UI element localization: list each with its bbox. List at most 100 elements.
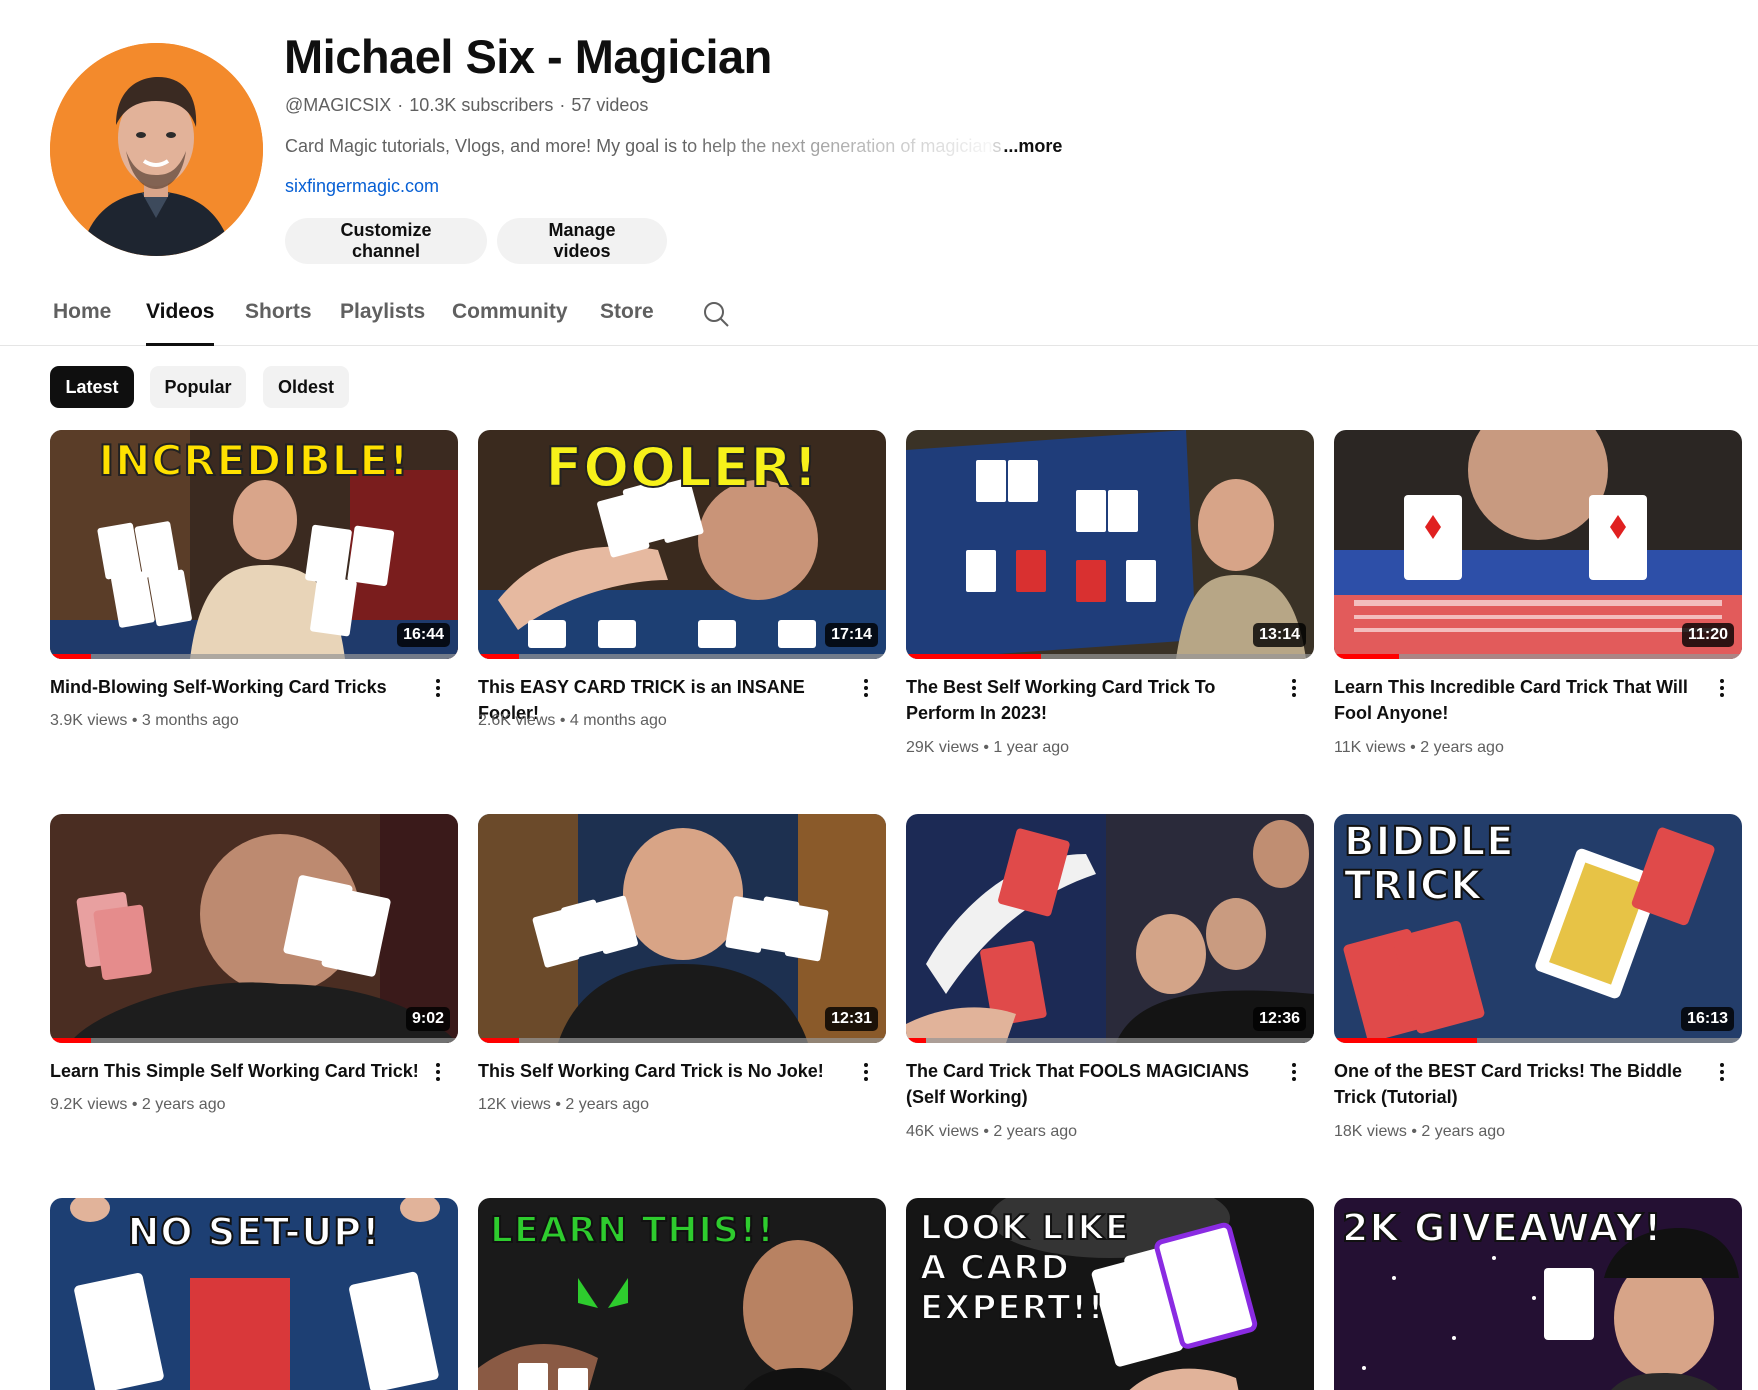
video-thumbnail[interactable]: FOOLER! 17:14 — [478, 430, 886, 659]
video-duration: 16:44 — [397, 623, 450, 647]
filter-chip-latest[interactable]: Latest — [50, 366, 134, 408]
more-actions-icon[interactable] — [1282, 676, 1306, 702]
watch-progress-fill — [50, 1038, 91, 1043]
channel-description[interactable]: Card Magic tutorials, Vlogs, and more! M… — [285, 136, 1062, 157]
video-thumbnail[interactable]: INCREDIBLE! 16:44 — [50, 430, 458, 659]
video-duration: 12:36 — [1253, 1007, 1306, 1031]
channel-tabs: Home Videos Shorts Playlists Community S… — [0, 290, 1758, 346]
manage-videos-button[interactable]: Manage videos — [497, 218, 667, 264]
video-title[interactable]: This Self Working Card Trick is No Joke! — [478, 1058, 848, 1084]
video-thumbnail[interactable]: LOOK LIKE A CARD EXPERT!! — [906, 1198, 1314, 1390]
video-count: 57 videos — [571, 95, 649, 115]
video-thumbnail[interactable]: 13:14 — [906, 430, 1314, 659]
more-actions-icon[interactable] — [1710, 676, 1734, 702]
tab-shorts[interactable]: Shorts — [245, 300, 312, 346]
upload-age: 1 year ago — [993, 739, 1070, 756]
avatar-portrait-image — [50, 43, 263, 256]
view-count: 11K views — [1334, 739, 1406, 756]
video-thumbnail[interactable]: LEARN THIS!! — [478, 1198, 886, 1390]
video-thumbnail[interactable]: 11:20 — [1334, 430, 1742, 659]
video-card[interactable]: FOOLER! 17:14 This EASY CARD TRICK is an… — [478, 430, 886, 729]
video-card[interactable]: 2K GIVEAWAY! — [1334, 1198, 1742, 1390]
view-count: 3.9K views — [50, 712, 128, 729]
view-count: 46K views — [906, 1123, 979, 1140]
video-thumbnail[interactable]: 9:02 — [50, 814, 458, 1043]
video-stats: 12K views • 2 years ago — [478, 1096, 650, 1113]
video-card[interactable]: 13:14 The Best Self Working Card Trick T… — [906, 430, 1314, 756]
filter-chip-popular[interactable]: Popular — [150, 366, 246, 408]
upload-age: 3 months ago — [141, 712, 239, 729]
more-link[interactable]: ...more — [1003, 136, 1062, 156]
more-actions-icon[interactable] — [854, 676, 878, 702]
more-actions-icon[interactable] — [854, 1060, 878, 1086]
view-count: 2.6K views — [478, 712, 556, 729]
more-actions-icon[interactable] — [1710, 1060, 1734, 1086]
view-count: 29K views — [906, 739, 979, 756]
video-title[interactable]: Learn This Simple Self Working Card Tric… — [50, 1058, 420, 1084]
video-thumbnail[interactable]: NO SET-UP! — [50, 1198, 458, 1390]
view-count: 18K views — [1334, 1123, 1407, 1140]
video-card[interactable]: NO SET-UP! — [50, 1198, 458, 1390]
video-card[interactable]: 12:31 This Self Working Card Trick is No… — [478, 814, 886, 1113]
video-duration: 17:14 — [825, 623, 878, 647]
video-stats: 2.6K views • 4 months ago — [478, 712, 667, 729]
video-title[interactable]: One of the BEST Card Tricks! The Biddle … — [1334, 1058, 1704, 1110]
video-thumbnail[interactable]: 2K GIVEAWAY! — [1334, 1198, 1742, 1390]
video-card[interactable]: LEARN THIS!! — [478, 1198, 886, 1390]
video-thumbnail[interactable]: BIDDLE TRICK 16:13 — [1334, 814, 1742, 1043]
watch-progress — [1334, 654, 1742, 659]
filter-chip-oldest[interactable]: Oldest — [263, 366, 349, 408]
video-stats: 3.9K views • 3 months ago — [50, 712, 239, 729]
watch-progress-fill — [478, 654, 519, 659]
upload-age: 2 years ago — [993, 1123, 1078, 1140]
customize-channel-button[interactable]: Customize channel — [285, 218, 487, 264]
video-title[interactable]: The Best Self Working Card Trick To Perf… — [906, 674, 1276, 726]
video-stats: 9.2K views • 2 years ago — [50, 1096, 226, 1113]
meta-separator: · — [559, 95, 566, 115]
watch-progress-fill — [906, 1038, 927, 1043]
tab-home[interactable]: Home — [53, 300, 111, 346]
video-duration: 16:13 — [1681, 1007, 1734, 1031]
thumbnail-image — [50, 814, 458, 1043]
search-icon[interactable] — [702, 300, 730, 328]
thumbnail-image — [1334, 430, 1742, 659]
channel-website-link[interactable]: sixfingermagic.com — [285, 176, 439, 197]
video-card[interactable]: LOOK LIKE A CARD EXPERT!! — [906, 1198, 1314, 1390]
video-thumbnail[interactable]: 12:31 — [478, 814, 886, 1043]
video-stats: 29K views • 1 year ago — [906, 739, 1070, 756]
video-title[interactable]: The Card Trick That FOOLS MAGICIANS (Sel… — [906, 1058, 1276, 1110]
watch-progress — [1334, 1038, 1742, 1043]
video-card[interactable]: BIDDLE TRICK 16:13 One of the BEST Card … — [1334, 814, 1742, 1140]
upload-age: 2 years ago — [1420, 739, 1504, 756]
video-stats: 46K views • 2 years ago — [906, 1123, 1078, 1140]
video-duration: 11:20 — [1681, 623, 1734, 647]
video-card[interactable]: 11:20 Learn This Incredible Card Trick T… — [1334, 430, 1742, 756]
watch-progress-fill — [1334, 1038, 1477, 1043]
channel-name: Michael Six - Magician — [284, 30, 772, 83]
tab-videos[interactable]: Videos — [146, 300, 215, 346]
thumbnail-image — [478, 1198, 886, 1390]
watch-progress — [50, 1038, 458, 1043]
video-duration: 13:14 — [1253, 623, 1306, 647]
video-thumbnail[interactable]: 12:36 — [906, 814, 1314, 1043]
tab-playlists[interactable]: Playlists — [340, 300, 425, 346]
video-card[interactable]: INCREDIBLE! 16:44 Mind-Blowing Self-Work… — [50, 430, 458, 729]
video-title[interactable]: Learn This Incredible Card Trick That Wi… — [1334, 674, 1704, 726]
tab-store[interactable]: Store — [600, 300, 654, 346]
watch-progress-fill — [1334, 654, 1400, 659]
video-stats: 18K views • 2 years ago — [1334, 1123, 1506, 1140]
upload-age: 2 years ago — [1421, 1123, 1506, 1140]
video-card[interactable]: 12:36 The Card Trick That FOOLS MAGICIAN… — [906, 814, 1314, 1140]
video-title[interactable]: Mind-Blowing Self-Working Card Tricks — [50, 674, 420, 700]
video-duration: 12:31 — [825, 1007, 878, 1031]
more-actions-icon[interactable] — [426, 1060, 450, 1086]
tab-community[interactable]: Community — [452, 300, 568, 346]
more-actions-icon[interactable] — [426, 676, 450, 702]
channel-avatar[interactable] — [50, 43, 263, 256]
meta-separator: · — [397, 95, 404, 115]
more-actions-icon[interactable] — [1282, 1060, 1306, 1086]
upload-age: 2 years ago — [141, 1096, 226, 1113]
video-card[interactable]: 9:02 Learn This Simple Self Working Card… — [50, 814, 458, 1113]
subscriber-count: 10.3K subscribers — [409, 95, 554, 115]
channel-description-fade: s — [992, 136, 1002, 156]
